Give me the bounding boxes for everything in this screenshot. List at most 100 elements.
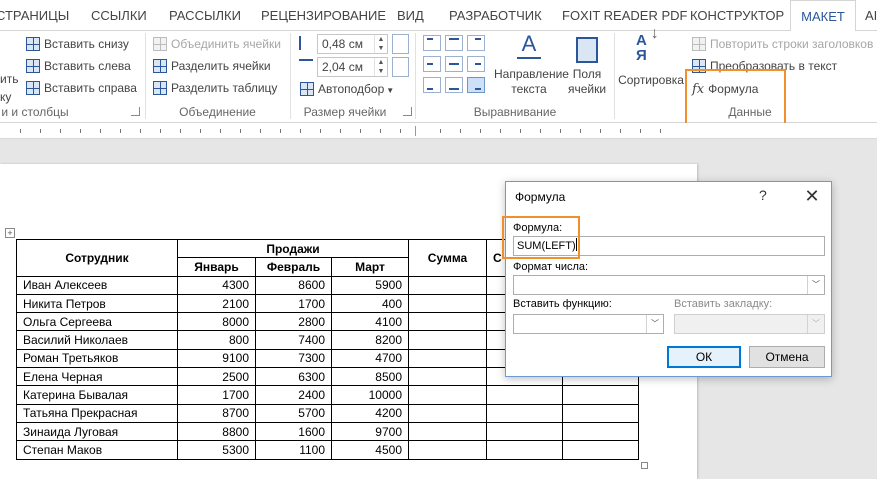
cell-name[interactable]: Елена Черная: [16, 367, 178, 387]
sort-button[interactable]: A Я ↓ Сортировка: [617, 26, 685, 88]
chevron-down-icon[interactable]: ﹀: [807, 276, 824, 294]
cell-empty[interactable]: [562, 403, 639, 423]
row-height-spinner-icon[interactable]: ▲ ▼: [374, 35, 387, 53]
align-top-center-button[interactable]: [445, 35, 463, 51]
cell-feb[interactable]: 2400: [255, 385, 332, 405]
cell-mar[interactable]: 10000: [331, 385, 409, 405]
ok-button[interactable]: ОК: [667, 346, 741, 368]
cell-sum[interactable]: [408, 385, 487, 405]
cell-jan[interactable]: 800: [177, 330, 256, 350]
cell-size-launcher-icon[interactable]: [403, 107, 412, 116]
cell-sum[interactable]: [408, 275, 487, 295]
number-format-select[interactable]: ﹀: [513, 275, 825, 295]
insert-below-button[interactable]: Вставить снизу: [26, 34, 129, 54]
tab-review[interactable]: РЕЦЕНЗИРОВАНИЕ: [261, 0, 386, 31]
cell-name[interactable]: Роман Третьяков: [16, 348, 178, 369]
cell-mar[interactable]: 8200: [331, 330, 409, 350]
tab-mailings[interactable]: РАССЫЛКИ: [169, 0, 241, 31]
merge-cells-button[interactable]: Объединить ячейки: [153, 34, 281, 54]
cell-name[interactable]: Татьяна Прекрасная: [16, 403, 178, 423]
tab-page-layout[interactable]: СТРАНИЦЫ: [0, 0, 69, 31]
cell-sum[interactable]: [408, 348, 487, 369]
insert-function-select[interactable]: ﹀: [513, 314, 664, 334]
cell-jan[interactable]: 8700: [177, 403, 256, 423]
cancel-button[interactable]: Отмена: [749, 346, 825, 368]
header-sales[interactable]: Продажи: [177, 238, 409, 259]
cell-sum[interactable]: [408, 367, 487, 387]
cell-feb[interactable]: 7400: [255, 330, 332, 350]
cell-jan[interactable]: 1700: [177, 385, 256, 405]
chevron-down-icon[interactable]: ﹀: [807, 315, 824, 333]
cell-sum[interactable]: [408, 403, 487, 423]
cell-mar[interactable]: 400: [331, 293, 409, 314]
header-employee[interactable]: Сотрудник: [16, 239, 178, 277]
cell-sum[interactable]: [408, 440, 487, 460]
cell-feb[interactable]: 1600: [255, 421, 332, 442]
cell-jan[interactable]: 9100: [177, 348, 256, 369]
cell-name[interactable]: Никита Петров: [16, 293, 178, 314]
cell-empty[interactable]: [562, 385, 639, 405]
autofit-button[interactable]: Автоподбор ▼: [300, 79, 394, 99]
cell-jan[interactable]: 5300: [177, 440, 256, 460]
tab-more[interactable]: AI: [865, 0, 877, 31]
cell-name[interactable]: Ольга Сергеева: [16, 312, 178, 332]
split-cells-button[interactable]: Разделить ячейки: [153, 56, 271, 76]
header-month[interactable]: Январь: [177, 257, 256, 277]
cell-mar[interactable]: 5900: [331, 275, 409, 295]
cell-sum[interactable]: [408, 312, 487, 332]
cell-extra[interactable]: [486, 440, 563, 460]
align-top-left-button[interactable]: [423, 35, 441, 51]
cell-feb[interactable]: 6300: [255, 367, 332, 387]
cell-sum[interactable]: [408, 330, 487, 350]
cell-mar[interactable]: 4100: [331, 312, 409, 332]
tab-references[interactable]: ССЫЛКИ: [91, 0, 147, 31]
ruler-column-marker[interactable]: [415, 126, 416, 136]
cell-name[interactable]: Степан Маков: [16, 440, 178, 460]
cell-jan[interactable]: 4300: [177, 275, 256, 295]
cell-mar[interactable]: 4200: [331, 403, 409, 423]
help-icon[interactable]: ?: [759, 187, 767, 203]
cell-empty[interactable]: [562, 421, 639, 442]
align-top-right-button[interactable]: [467, 35, 485, 51]
cell-jan[interactable]: 2500: [177, 367, 256, 387]
cell-extra[interactable]: [486, 421, 563, 442]
horizontal-ruler[interactable]: [0, 123, 877, 139]
cell-margins-button[interactable]: Поля ячейки: [566, 33, 608, 97]
split-table-button[interactable]: Разделить таблицу: [153, 78, 277, 98]
insert-above-label-fragment[interactable]: ить: [0, 69, 18, 89]
text-direction-button[interactable]: A Направление текста: [494, 33, 569, 97]
cell-mar[interactable]: 8500: [331, 367, 409, 387]
column-width-input[interactable]: 2,04 см ▲ ▼: [317, 57, 388, 77]
cell-name[interactable]: Василий Николаев: [16, 330, 178, 350]
chevron-down-icon[interactable]: ﹀: [646, 315, 663, 333]
tab-layout[interactable]: МАКЕТ: [790, 0, 856, 32]
column-width-spinner-icon[interactable]: ▲ ▼: [374, 58, 387, 76]
cell-feb[interactable]: 1700: [255, 293, 332, 314]
cell-sum[interactable]: [408, 293, 487, 314]
align-bottom-center-button[interactable]: [445, 77, 463, 93]
header-sum[interactable]: Сумма: [408, 239, 487, 277]
cell-feb[interactable]: 2800: [255, 312, 332, 332]
tab-view[interactable]: ВИД: [397, 0, 424, 31]
cell-sum[interactable]: [408, 421, 487, 442]
cell-name[interactable]: Иван Алексеев: [16, 275, 178, 295]
align-middle-left-button[interactable]: [423, 56, 441, 72]
align-middle-right-button[interactable]: [467, 56, 485, 72]
cell-feb[interactable]: 7300: [255, 348, 332, 369]
cell-extra[interactable]: [486, 385, 563, 405]
align-bottom-right-button[interactable]: [467, 77, 485, 93]
cell-mar[interactable]: 4500: [331, 440, 409, 460]
cell-jan[interactable]: 2100: [177, 293, 256, 314]
cell-extra[interactable]: [486, 403, 563, 423]
close-icon[interactable]: ✕: [799, 184, 825, 208]
insert-right-button[interactable]: Вставить справа: [26, 78, 137, 98]
cell-feb[interactable]: 1100: [255, 440, 332, 460]
cell-jan[interactable]: 8000: [177, 312, 256, 332]
cell-name[interactable]: Катерина Бывалая: [16, 385, 178, 405]
rows-columns-launcher-icon[interactable]: [131, 107, 140, 116]
cell-empty[interactable]: [562, 440, 639, 460]
tab-design[interactable]: КОНСТРУКТОР: [690, 0, 784, 31]
cell-mar[interactable]: 4700: [331, 348, 409, 369]
header-month[interactable]: Март: [331, 257, 409, 277]
align-middle-center-button[interactable]: [445, 56, 463, 72]
